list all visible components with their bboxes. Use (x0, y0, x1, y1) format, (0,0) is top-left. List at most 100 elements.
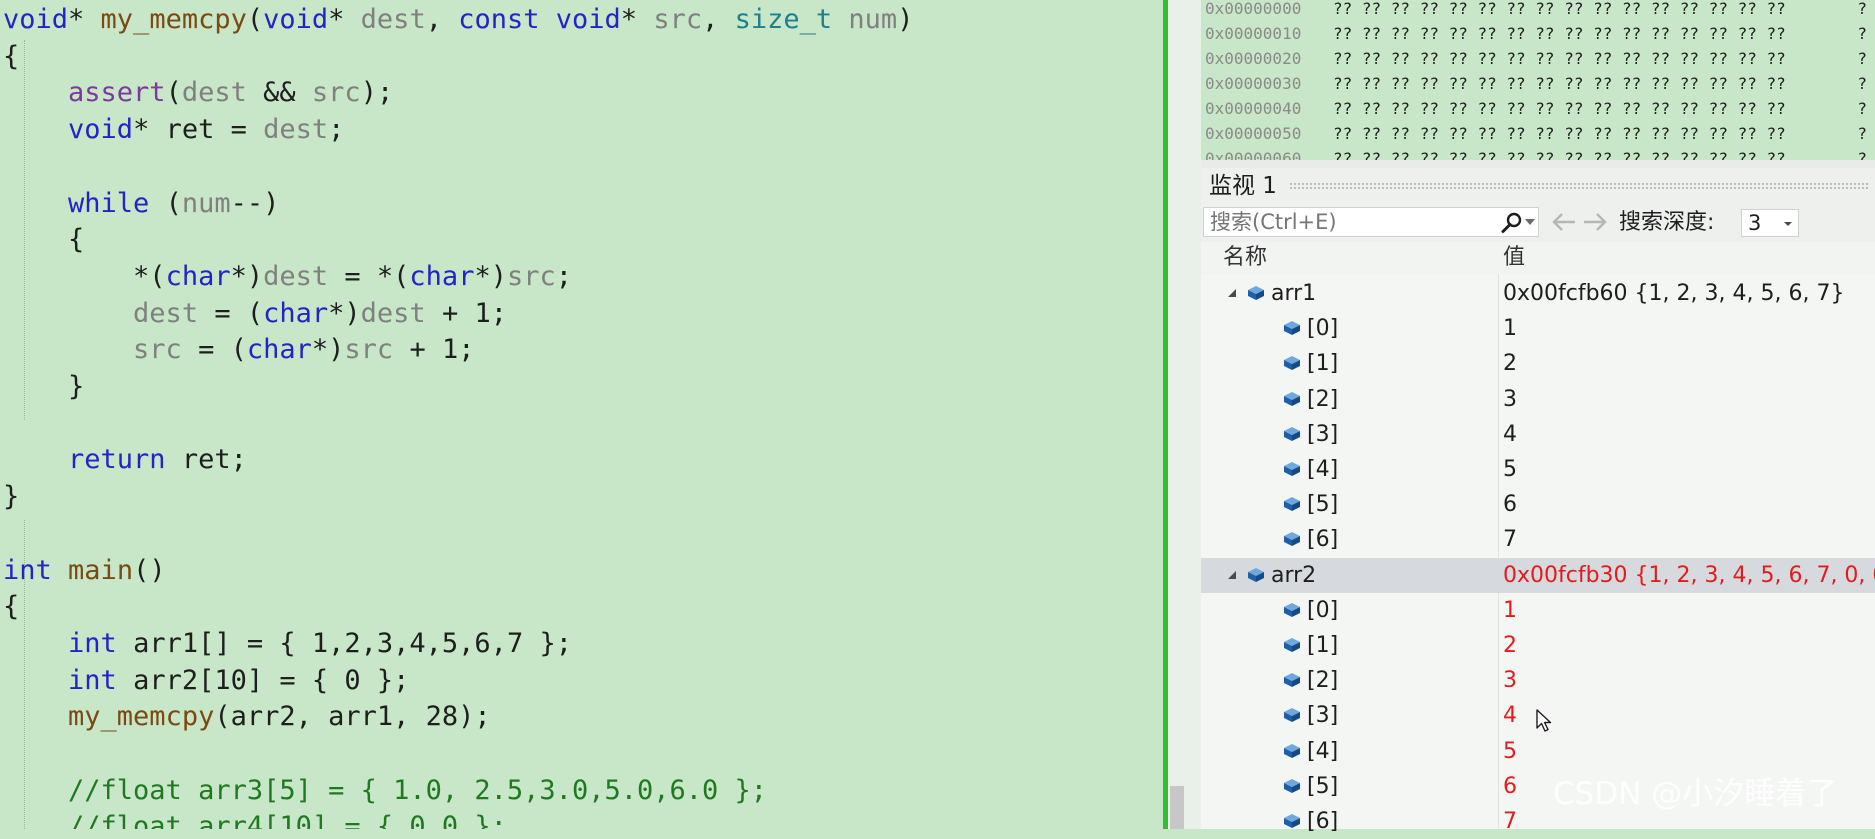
code-line[interactable]: void* my_memcpy(void* dest, const void* … (3, 2, 913, 38)
memory-row[interactable]: 0x00000010 ?? ?? ?? ?? ?? ?? ?? ?? ?? ?? … (1205, 21, 1871, 46)
code-token: { (3, 40, 20, 72)
memory-row[interactable]: 0x00000020 ?? ?? ?? ?? ?? ?? ?? ?? ?? ?? … (1205, 46, 1871, 71)
code-line[interactable]: src = (char*)src + 1; (3, 332, 474, 368)
watch-row-element[interactable]: [4] 5 (1201, 452, 1875, 487)
code-line[interactable]: my_memcpy(arr2, arr1, 28); (3, 699, 491, 735)
code-line[interactable]: return ret; (3, 442, 247, 478)
watch-value[interactable]: 4 (1503, 698, 1517, 733)
code-line[interactable]: } (3, 369, 84, 405)
watch-value[interactable]: 7 (1503, 804, 1517, 839)
watch-value[interactable]: 0x00fcfb60 {1, 2, 3, 4, 5, 6, 7} (1503, 276, 1844, 311)
watch-value[interactable]: 3 (1503, 382, 1517, 417)
code-token: return (68, 444, 166, 476)
column-header-name[interactable]: 名称 (1223, 242, 1267, 274)
watch-name: [1] (1307, 351, 1339, 377)
editor-scrollbar-track[interactable] (1168, 0, 1201, 829)
watch-value[interactable]: 6 (1503, 487, 1517, 522)
code-line[interactable]: void* ret = dest; (3, 112, 344, 148)
back-arrow-icon[interactable] (1551, 211, 1577, 233)
chevron-down-icon[interactable] (1782, 218, 1794, 230)
code-line[interactable]: //float arr3[5] = { 1.0, 2.5,3.0,5.0,6.0… (3, 773, 767, 809)
search-input[interactable] (1210, 208, 1480, 236)
code-line[interactable]: int arr2[10] = { 0 }; (3, 663, 409, 699)
watch-row-element[interactable]: [2] 3 (1201, 382, 1875, 417)
forward-arrow-icon[interactable] (1582, 211, 1608, 233)
watch-value[interactable]: 4 (1503, 417, 1517, 452)
code-token: { (3, 224, 85, 256)
memory-row[interactable]: 0x00000000 ?? ?? ?? ?? ?? ?? ?? ?? ?? ?? … (1205, 0, 1871, 21)
memory-row[interactable]: 0x00000040 ?? ?? ?? ?? ?? ?? ?? ?? ?? ?? … (1205, 96, 1871, 121)
code-editor[interactable]: void* my_memcpy(void* dest, const void* … (0, 0, 1163, 829)
watch-row-element[interactable]: [1] 2 (1201, 346, 1875, 381)
watch-name: [4] (1307, 457, 1339, 482)
watch-value[interactable]: 2 (1503, 628, 1517, 663)
editor-scrollbar-thumb[interactable] (1170, 786, 1184, 829)
code-token: ( (246, 4, 264, 35)
code-token: = ( (181, 334, 247, 366)
watch-row-element[interactable]: [1] 2 (1201, 628, 1875, 663)
watch-row-element[interactable]: [2] 3 (1201, 663, 1875, 698)
memory-window[interactable]: 0x00000000?? ?? ?? ?? ?? ?? ?? ?? ?? ?? … (1201, 0, 1875, 160)
code-token: src (506, 260, 556, 292)
code-line[interactable]: { (3, 39, 19, 75)
titlebar-grip[interactable] (1289, 182, 1869, 190)
code-token: { (3, 591, 20, 623)
watch-row-element[interactable]: [3] 4 (1201, 417, 1875, 452)
watch-row-element[interactable]: [0] 1 (1201, 311, 1875, 346)
search-box[interactable] (1203, 207, 1539, 237)
code-token: dest (360, 297, 426, 329)
code-token: = *( (328, 260, 410, 292)
code-line[interactable]: //float arr4[10] = { 0.0 }; (3, 809, 507, 829)
watch-value[interactable]: 1 (1503, 311, 1517, 346)
watch-row-element[interactable]: [5] 6 (1201, 487, 1875, 522)
watch-value[interactable]: 5 (1503, 734, 1517, 769)
collapse-triangle-icon[interactable] (1226, 287, 1238, 299)
watch-value[interactable]: 3 (1503, 663, 1517, 698)
code-line[interactable]: while (num--) (3, 186, 279, 222)
search-depth-select[interactable]: 3 (1741, 209, 1799, 237)
watch-value[interactable]: 2 (1503, 346, 1517, 381)
watch-row-element[interactable]: [6] 7 (1201, 522, 1875, 557)
search-icon[interactable] (1500, 211, 1524, 235)
code-token: && (246, 77, 312, 109)
code-line[interactable]: { (3, 222, 84, 258)
code-line[interactable]: int arr1[] = { 1,2,3,4,5,6,7 }; (3, 626, 572, 662)
watch-row-element[interactable]: [0] 1 (1201, 593, 1875, 628)
code-line[interactable]: } (3, 479, 19, 515)
code-token: --) (230, 187, 280, 219)
code-token: ret; (165, 444, 247, 476)
code-line[interactable]: int main() (3, 553, 166, 589)
memory-row[interactable]: 0x00000030 ?? ?? ?? ?? ?? ?? ?? ?? ?? ?? … (1205, 71, 1871, 96)
watch-name: arr2 (1271, 562, 1317, 588)
code-line[interactable]: assert(dest && src); (3, 75, 393, 111)
watch-name: [1] (1307, 633, 1339, 658)
watch-value[interactable]: 0x00fcfb30 {1, 2, 3, 4, 5, 6, 7, 0, 0, 0… (1503, 558, 1875, 593)
code-line[interactable]: *(char*)dest = *(char*)src; (3, 259, 572, 295)
watch-row-arr1[interactable]: arr1 0x00fcfb60 {1, 2, 3, 4, 5, 6, 7} (1201, 276, 1875, 311)
memory-row[interactable]: 0x00000060 ?? ?? ?? ?? ?? ?? ?? ?? ?? ?? … (1205, 146, 1871, 160)
code-line[interactable]: dest = (char*)dest + 1; (3, 296, 507, 332)
variable-cube-icon (1284, 602, 1300, 617)
column-header-value[interactable]: 值 (1503, 242, 1525, 274)
watch-titlebar[interactable]: 监视 1 (1201, 168, 1875, 204)
watch-value[interactable]: 5 (1503, 452, 1517, 487)
memory-bytes: ?? ?? ?? ?? ?? ?? ?? ?? ?? ?? ?? ?? ?? ?… (1333, 74, 1786, 93)
watch-row-element[interactable]: [4] 5 (1201, 734, 1875, 769)
collapse-triangle-icon[interactable] (1226, 569, 1238, 581)
code-token: dest (360, 4, 426, 35)
code-line[interactable]: { (3, 589, 19, 625)
code-token: char (165, 260, 231, 292)
chevron-down-icon[interactable] (1524, 216, 1536, 228)
variable-cube-icon (1284, 321, 1300, 336)
watch-row-arr2[interactable]: arr2 0x00fcfb30 {1, 2, 3, 4, 5, 6, 7, 0, … (1201, 557, 1875, 593)
memory-row[interactable]: 0x00000050 ?? ?? ?? ?? ?? ?? ?? ?? ?? ?? … (1205, 121, 1871, 146)
watch-value[interactable]: 7 (1503, 522, 1517, 557)
watch-value[interactable]: 1 (1503, 593, 1517, 628)
watch-toolbar: 搜索深度: 3 (1201, 204, 1875, 242)
code-token: ; (555, 260, 573, 292)
code-token: char (409, 260, 475, 292)
watch-value[interactable]: 6 (1503, 769, 1517, 804)
